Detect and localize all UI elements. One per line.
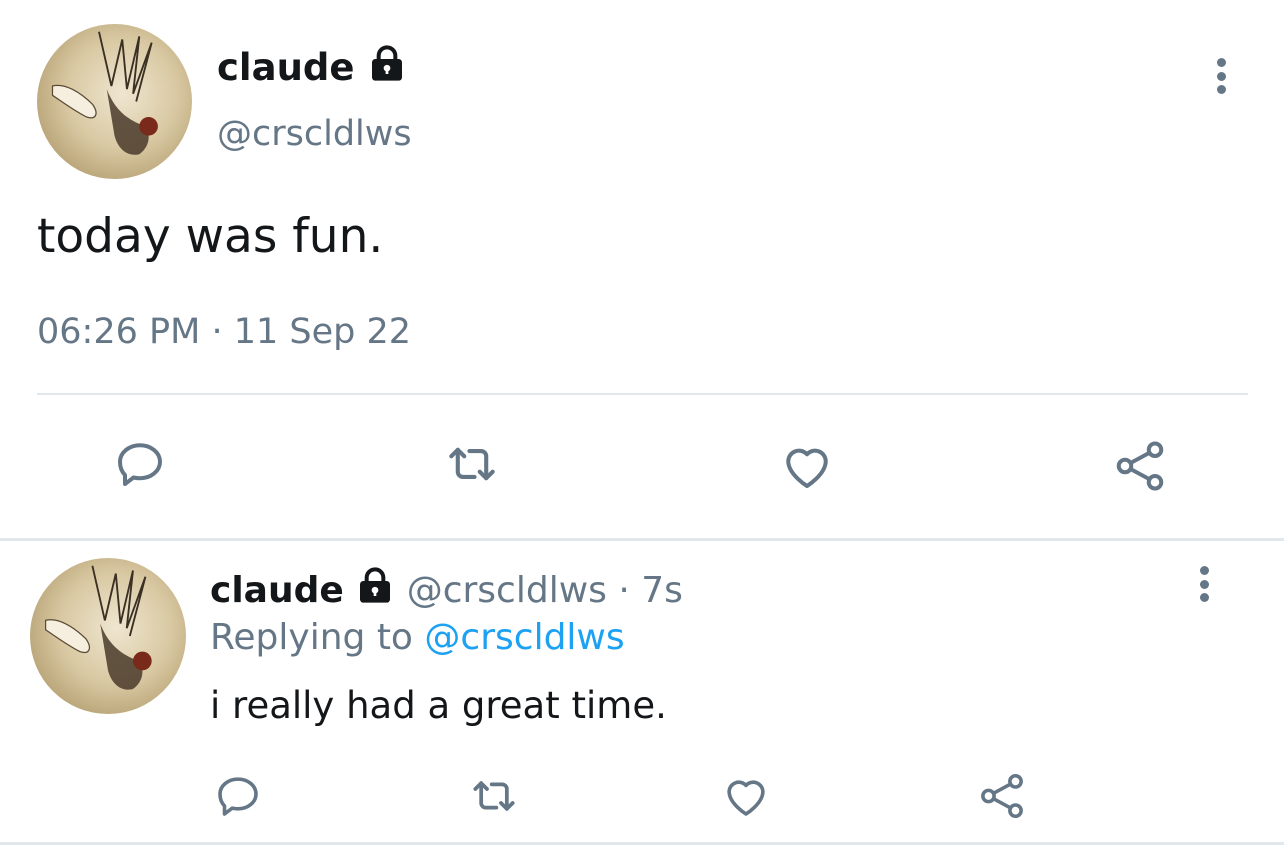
retweet-icon (449, 447, 495, 481)
like-icon (786, 448, 828, 488)
dot (1216, 71, 1226, 81)
reply-header: claude @crscldlws · 7s (210, 566, 683, 618)
lock-icon (367, 44, 407, 95)
replying-to-handle[interactable]: @crscldlws (424, 617, 624, 658)
tweet-date: 11 Sep 22 (233, 312, 412, 352)
replying-to-label: Replying to (210, 617, 413, 658)
dot (1199, 566, 1209, 575)
share-icon (981, 773, 1023, 819)
tweet-age[interactable]: 7s (641, 570, 683, 611)
replying-to: Replying to @crscldlws (210, 615, 625, 661)
avatar[interactable] (37, 24, 192, 179)
author-name[interactable]: claude (210, 570, 344, 611)
share-button[interactable] (974, 768, 1030, 824)
share-icon (1116, 441, 1164, 491)
like-button[interactable] (775, 434, 839, 498)
avatar-illustration (44, 565, 152, 690)
like-button[interactable] (718, 768, 774, 824)
retweet-button[interactable] (440, 432, 504, 496)
separator: · (211, 312, 223, 352)
author-handle[interactable]: @crscldlws (407, 570, 607, 611)
lock-icon (355, 566, 395, 618)
dot (1199, 579, 1209, 589)
share-button[interactable] (1108, 434, 1172, 498)
divider (37, 393, 1248, 395)
like-icon (727, 780, 765, 816)
reply-icon (118, 443, 162, 486)
avatar[interactable] (30, 558, 186, 714)
reply-icon (218, 777, 258, 816)
tweet-timestamp[interactable]: 06:26 PM · 11 Sep 22 (37, 310, 411, 354)
reply-button[interactable] (108, 432, 172, 496)
author-name[interactable]: claude (217, 44, 407, 95)
tweet-text: today was fun. (37, 209, 384, 264)
dot (1216, 58, 1226, 67)
author-name-text: claude (217, 46, 355, 89)
dot (1216, 85, 1226, 94)
retweet-button[interactable] (466, 768, 522, 824)
dot (1199, 593, 1209, 602)
more-options-button[interactable] (1215, 58, 1227, 94)
divider (0, 538, 1284, 541)
author-handle[interactable]: @crscldlws (217, 112, 412, 156)
separator: · (618, 570, 630, 611)
more-options-button[interactable] (1198, 566, 1210, 602)
reply-button[interactable] (210, 768, 266, 824)
reply-text: i really had a great time. (210, 684, 667, 727)
retweet-icon (473, 781, 515, 811)
tweet-time: 06:26 PM (37, 312, 201, 352)
divider (0, 842, 1284, 845)
avatar-illustration (51, 31, 158, 155)
